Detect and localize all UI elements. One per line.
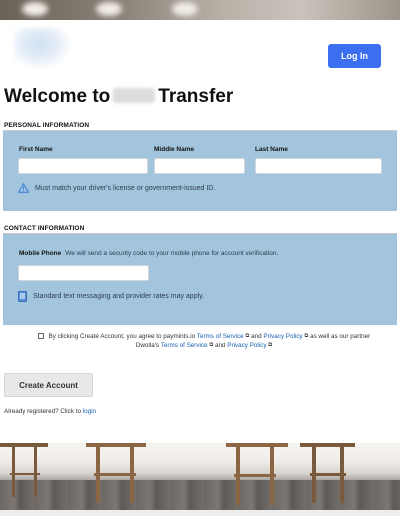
dwolla-privacy-link[interactable]: Privacy Policy — [227, 342, 266, 349]
site-header: Log In — [0, 20, 400, 78]
sms-rates-note: Standard text messaging and provider rat… — [18, 291, 204, 302]
brand-logo — [14, 28, 70, 68]
warning-icon — [18, 183, 29, 193]
page-title: Welcome to Transfer — [4, 86, 233, 108]
first-name-label: First Name — [19, 146, 53, 153]
already-registered-text: Already registered? Click to — [4, 408, 81, 415]
stools-illustration — [0, 443, 355, 505]
mobile-phone-label-row: Mobile Phone We will send a security code… — [19, 250, 278, 257]
first-name-field[interactable] — [18, 158, 148, 174]
consent-text-1: By clicking Create Account, you agree to… — [48, 333, 196, 340]
mobile-phone-icon — [18, 291, 27, 302]
sms-rates-text: Standard text messaging and provider rat… — [33, 293, 205, 300]
consent-and-2: and — [215, 342, 226, 350]
login-link[interactable]: login — [83, 408, 96, 415]
last-name-field[interactable] — [255, 158, 382, 174]
middle-name-label: Middle Name — [154, 146, 195, 153]
mobile-phone-label: Mobile Phone — [19, 250, 62, 257]
page-title-suffix: Transfer — [158, 86, 234, 107]
personal-information-panel: First Name Middle Name Last Name Must ma… — [3, 131, 397, 211]
middle-name-field[interactable] — [154, 158, 245, 174]
terms-consent: By clicking Create Account, you agree to… — [34, 332, 374, 350]
create-account-button[interactable]: Create Account — [4, 373, 93, 397]
dwolla-terms-link[interactable]: Terms of Service — [161, 342, 208, 349]
paymints-terms-link[interactable]: Terms of Service — [197, 333, 244, 340]
page-title-prefix: Welcome to — [4, 86, 111, 107]
id-requirement-note: Must match your driver's license or gove… — [18, 183, 215, 193]
footer-banner-image — [0, 443, 400, 510]
paymints-privacy-link[interactable]: Privacy Policy — [263, 333, 302, 340]
external-link-icon: ⧉ — [209, 342, 214, 349]
mobile-phone-field[interactable] — [18, 265, 149, 281]
contact-information-heading: CONTACT INFORMATION — [4, 225, 85, 232]
bottom-strip — [0, 510, 400, 516]
already-registered-row: Already registered? Click to login — [4, 408, 96, 415]
consent-and-1: and — [251, 333, 262, 340]
contact-information-panel: Mobile Phone We will send a security code… — [3, 234, 397, 325]
external-link-icon: ⧉ — [268, 342, 273, 349]
external-link-icon: ⧉ — [304, 333, 309, 339]
top-banner-image — [0, 0, 400, 20]
light-glow — [22, 2, 48, 16]
terms-checkbox[interactable] — [37, 333, 44, 339]
redacted-brand-name — [113, 88, 156, 103]
last-name-label: Last Name — [255, 146, 288, 153]
light-glow — [96, 2, 122, 16]
id-requirement-text: Must match your driver's license or gove… — [35, 184, 216, 192]
personal-information-heading: PERSONAL INFORMATION — [4, 122, 90, 129]
light-glow — [172, 2, 198, 16]
external-link-icon: ⧉ — [245, 333, 250, 339]
mobile-phone-hint: We will send a security code to your mob… — [65, 250, 279, 257]
log-in-button[interactable]: Log In — [328, 44, 381, 68]
